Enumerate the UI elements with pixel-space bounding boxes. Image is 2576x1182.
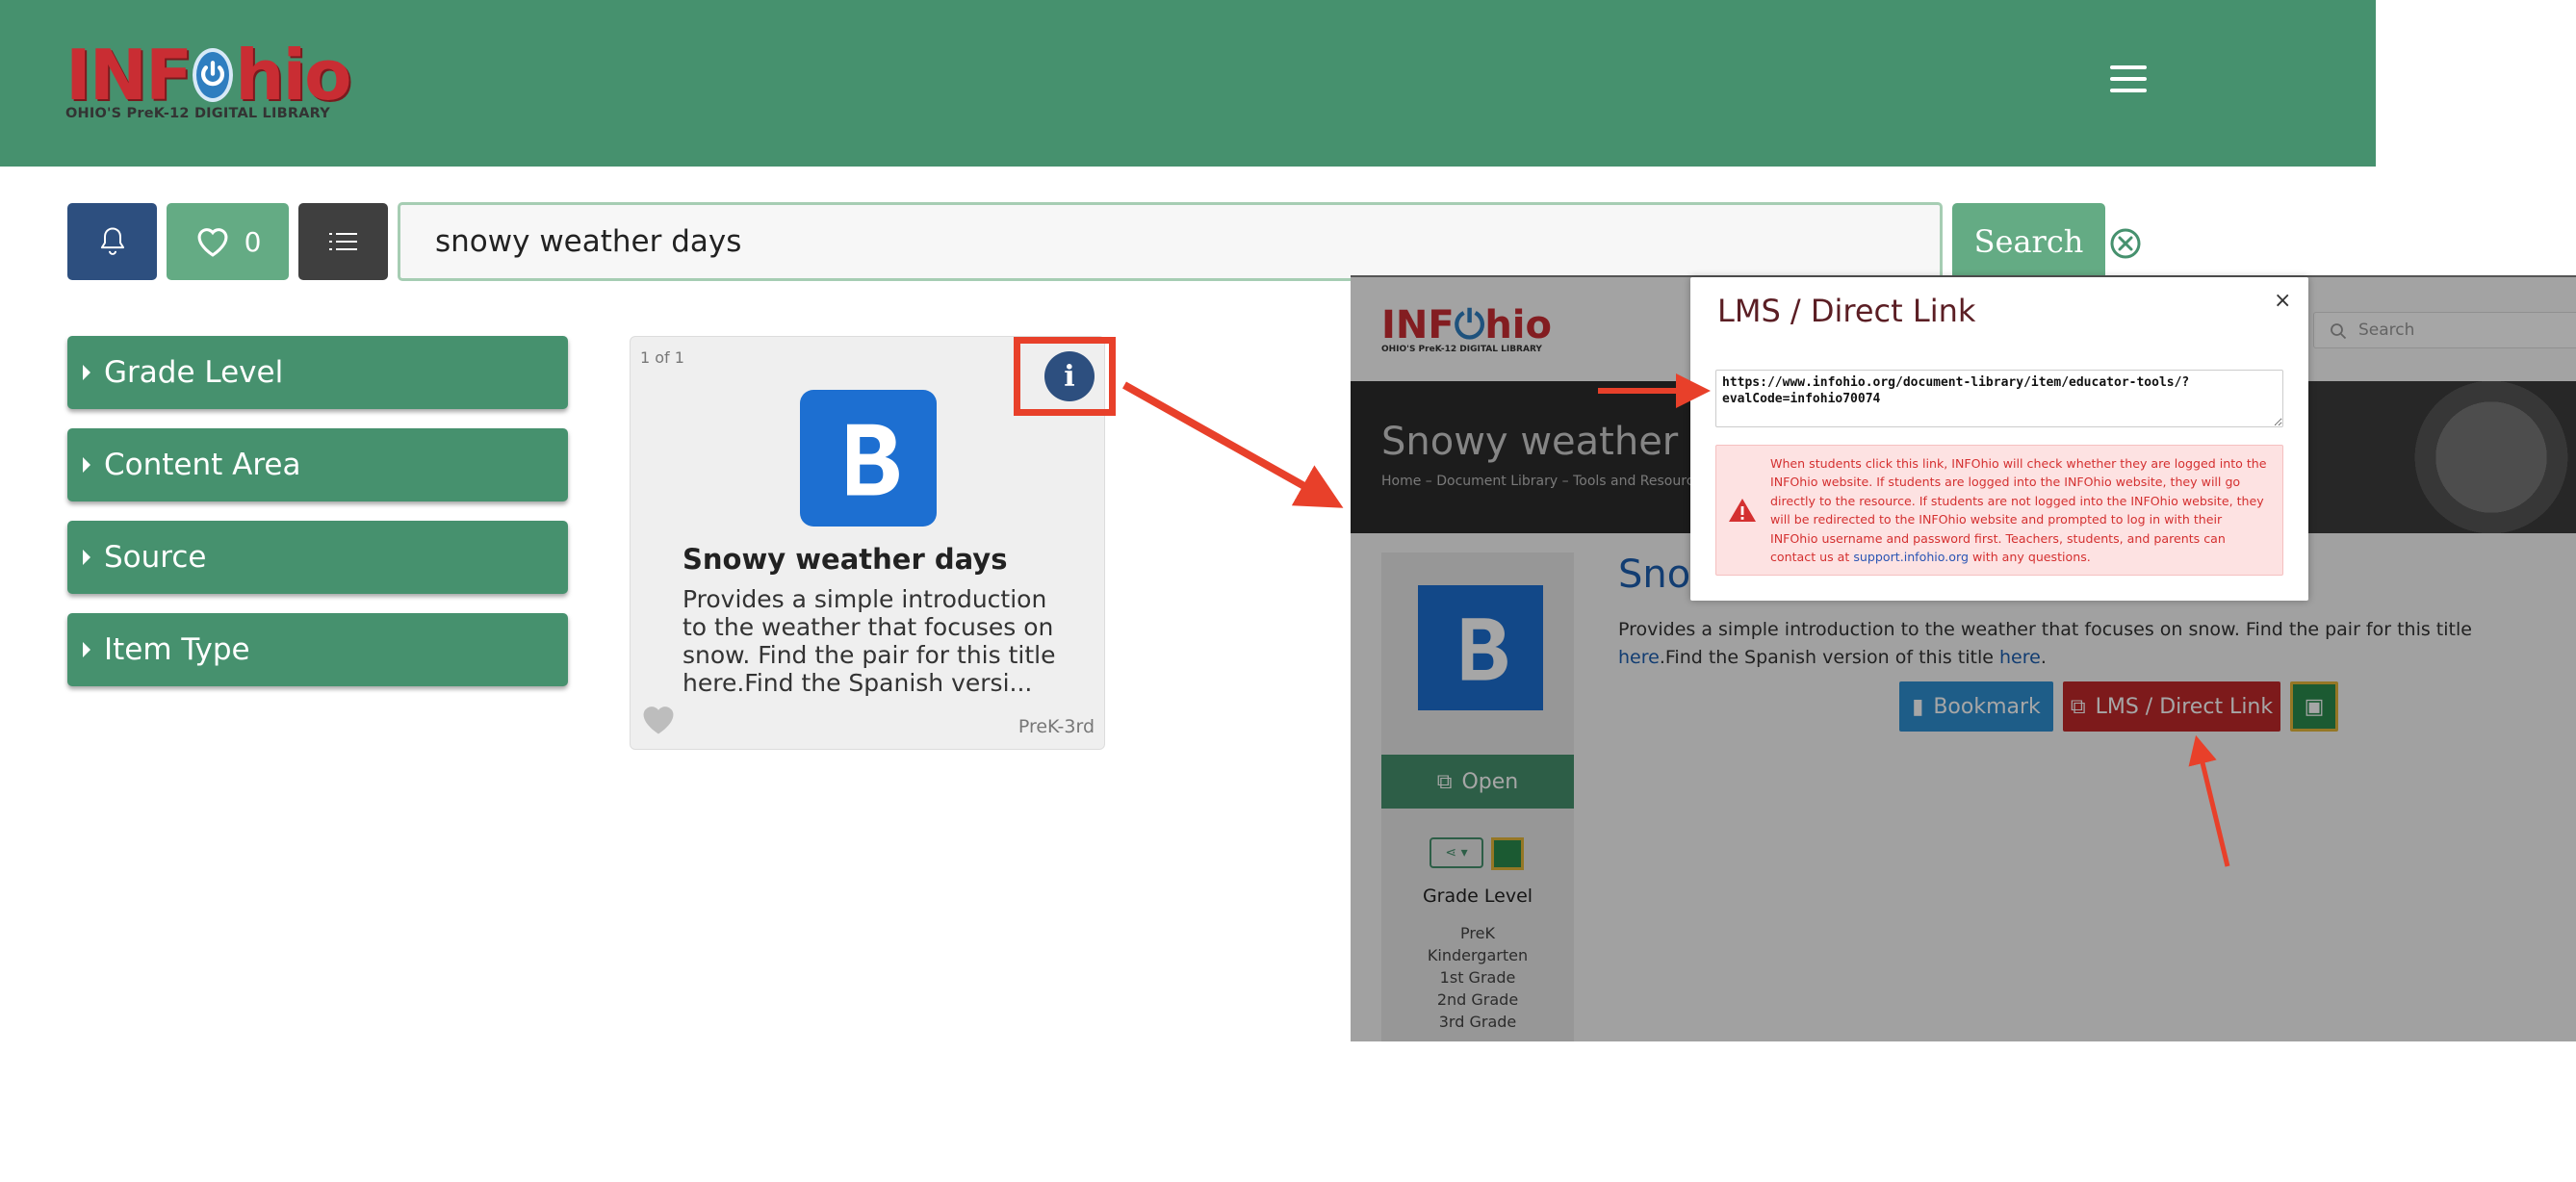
result-card[interactable]: 1 of 1 i Snowy weather days Provides a s… bbox=[630, 336, 1116, 750]
caret-right-icon bbox=[83, 642, 90, 657]
caret-right-icon bbox=[83, 457, 90, 473]
support-link[interactable]: support.infohio.org bbox=[1853, 550, 1969, 564]
result-count: 1 of 1 bbox=[640, 348, 684, 367]
grade-range: PreK-3rd bbox=[1018, 716, 1095, 737]
heart-icon[interactable] bbox=[640, 703, 677, 735]
filter-source[interactable]: Source bbox=[67, 521, 568, 594]
lms-direct-link-modal: LMS / Direct Link × https://www.infohio.… bbox=[1690, 277, 2308, 601]
caret-right-icon bbox=[83, 550, 90, 565]
heart-icon bbox=[197, 228, 228, 257]
filter-content-area[interactable]: Content Area bbox=[67, 428, 568, 501]
list-icon bbox=[328, 233, 357, 250]
site-header: INF hio OHIO'S PreK-12 DIGITAL LIBRARY bbox=[0, 0, 2376, 167]
bell-icon bbox=[100, 227, 124, 255]
menu-icon[interactable] bbox=[2110, 65, 2147, 92]
filter-grade-level[interactable]: Grade Level bbox=[67, 336, 568, 409]
info-icon[interactable]: i bbox=[1044, 351, 1095, 401]
search-input[interactable] bbox=[398, 202, 1943, 281]
modal-title: LMS / Direct Link bbox=[1717, 293, 1976, 329]
card-description: Provides a simple introduction to the we… bbox=[683, 585, 1056, 697]
infohio-logo[interactable]: INF hio OHIO'S PreK-12 DIGITAL LIBRARY bbox=[65, 35, 352, 121]
list-view-button[interactable] bbox=[298, 203, 388, 280]
direct-link-field[interactable]: https://www.infohio.org/document-library… bbox=[1715, 370, 2283, 427]
search-button[interactable]: Search bbox=[1952, 203, 2105, 280]
caret-right-icon bbox=[83, 365, 90, 380]
alert-text: When students click this link, INFOhio w… bbox=[1770, 455, 2267, 565]
b-logo-icon bbox=[847, 424, 899, 496]
close-icon[interactable]: × bbox=[2274, 289, 2291, 313]
card-title[interactable]: Snowy weather days bbox=[683, 543, 1007, 576]
logo-text-left: INF bbox=[65, 35, 193, 116]
resource-thumbnail[interactable] bbox=[800, 390, 937, 527]
clear-search-icon[interactable] bbox=[2109, 227, 2142, 260]
arrow-to-detail bbox=[1122, 381, 1344, 508]
notifications-button[interactable] bbox=[67, 203, 157, 280]
favorites-button[interactable]: 0 bbox=[167, 203, 289, 280]
login-warning-alert: When students click this link, INFOhio w… bbox=[1715, 445, 2283, 576]
filter-item-type[interactable]: Item Type bbox=[67, 613, 568, 686]
power-icon bbox=[193, 48, 234, 102]
favorites-count: 0 bbox=[244, 225, 262, 258]
logo-tagline: OHIO'S PreK-12 DIGITAL LIBRARY bbox=[65, 106, 330, 121]
warning-icon bbox=[1722, 498, 1763, 523]
logo-text-right: hio bbox=[235, 35, 351, 116]
